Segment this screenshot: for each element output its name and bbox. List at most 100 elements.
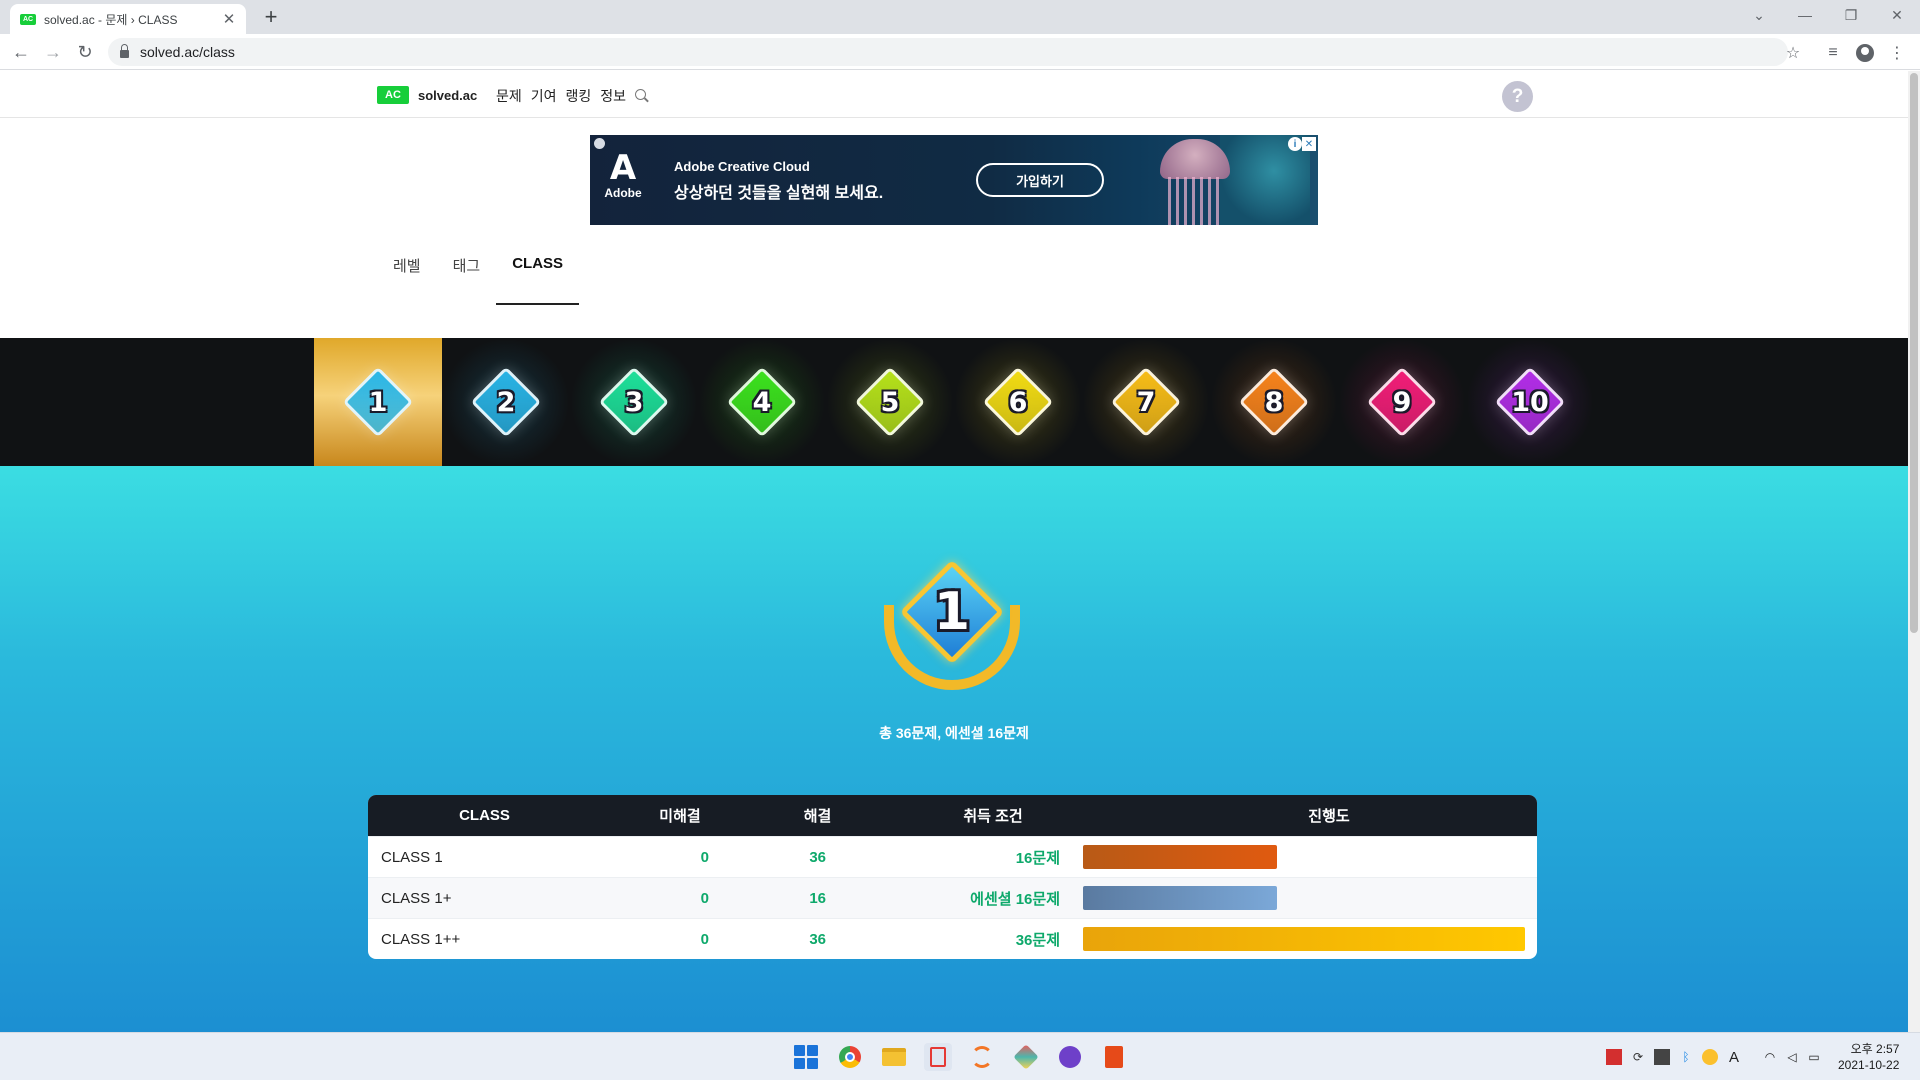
row-condition: 36문제 <box>1015 931 1060 949</box>
table-row[interactable]: CLASS 1+ 0 16 에센셜 16문제 <box>368 877 1537 918</box>
close-tab-icon[interactable]: ✕ <box>220 10 238 28</box>
page-viewport: AC solved.ac 문제 기여 랭킹 정보 ? A Adobe Adobe… <box>0 71 1908 1032</box>
pinned-app-icon[interactable] <box>1012 1043 1040 1071</box>
profile-icon[interactable] <box>1854 42 1876 64</box>
file-explorer-icon[interactable] <box>880 1043 908 1071</box>
class-1-badge-icon: 1 <box>882 550 1022 690</box>
browser-tab[interactable]: AC solved.ac - 문제 › CLASS ✕ <box>10 4 246 34</box>
class-tab-number: 8 <box>1264 386 1284 418</box>
header-solved: 해결 <box>803 808 832 825</box>
class-badge-number: 1 <box>933 582 971 642</box>
class-table: CLASS 미해결 해결 취득 조건 진행도 CLASS 1 0 36 16문제 CLA… <box>368 795 1537 959</box>
sync-icon[interactable]: ⟳ <box>1630 1049 1646 1065</box>
kakaotalk-icon[interactable] <box>1702 1049 1718 1065</box>
media-control-icon[interactable]: ≡ <box>1822 42 1844 64</box>
taskbar-clock[interactable]: 오후 2:57 2021-10-22 <box>1838 1041 1899 1073</box>
class-tab-number: 2 <box>496 386 516 418</box>
help-button[interactable]: ? <box>1502 81 1533 112</box>
nvidia-icon[interactable] <box>1654 1049 1670 1065</box>
ad-info-icon[interactable]: i <box>1288 137 1302 151</box>
class-tab-8[interactable]: 8 <box>1210 338 1338 466</box>
scrollbar-thumb[interactable] <box>1910 73 1918 633</box>
table-row[interactable]: CLASS 1 0 36 16문제 <box>368 836 1537 877</box>
start-icon[interactable] <box>792 1043 820 1071</box>
table-body: CLASS 1 0 36 16문제 CLASS 1+ 0 16 에센셜 16문제 CLASS 1… <box>368 836 1537 959</box>
menu-icon[interactable]: ⋮ <box>1886 42 1908 64</box>
ad-banner[interactable]: A Adobe Adobe Creative Cloud 상상하던 것들을 실현… <box>590 135 1318 225</box>
volume-icon[interactable]: ◁ <box>1784 1049 1800 1065</box>
table-row[interactable]: CLASS 1++ 0 36 36문제 <box>368 918 1537 959</box>
tab-search-icon[interactable]: ⌄ <box>1736 0 1782 30</box>
class-tab-1[interactable]: 1 <box>314 338 442 466</box>
office-icon[interactable] <box>1100 1043 1128 1071</box>
progress-bar <box>1083 886 1278 910</box>
tab-level[interactable]: 레벨 <box>377 255 437 305</box>
brand-logo[interactable]: AC solved.ac <box>377 86 477 104</box>
ad-tagline: 상상하던 것들을 실현해 보세요. <box>674 185 884 202</box>
wifi-icon[interactable]: ◠ <box>1762 1049 1778 1065</box>
nav-item-contribute[interactable]: 기여 <box>531 86 557 106</box>
adobe-logo-mark: A <box>609 148 637 188</box>
class-tab-number: 7 <box>1136 386 1156 418</box>
progress-bar <box>1083 845 1278 869</box>
row-condition: 에센셜 16문제 <box>970 890 1060 908</box>
class-tab-number: 3 <box>624 386 644 418</box>
header-condition: 취득 조건 <box>963 808 1023 825</box>
chrome-icon[interactable] <box>836 1043 864 1071</box>
tab-class[interactable]: CLASS <box>496 255 580 305</box>
snipping-tool-icon[interactable] <box>924 1043 952 1071</box>
lock-icon <box>120 43 129 58</box>
back-icon[interactable]: ← <box>8 39 34 65</box>
nav-item-info[interactable]: 정보 <box>600 86 626 106</box>
class-tab-10[interactable]: 10 <box>1466 338 1594 466</box>
class-tab-5[interactable]: 5 <box>826 338 954 466</box>
site-header: AC solved.ac 문제 기여 랭킹 정보 ? <box>0 71 1908 118</box>
class-tab-9[interactable]: 9 <box>1338 338 1466 466</box>
header-class: CLASS <box>459 807 510 824</box>
row-progress <box>1060 845 1537 869</box>
class-tab-4[interactable]: 4 <box>698 338 826 466</box>
battery-icon[interactable]: ▭ <box>1806 1049 1822 1065</box>
brand-badge: AC <box>377 86 409 104</box>
header-unsolved: 미해결 <box>659 808 701 825</box>
jupyter-icon[interactable] <box>968 1043 996 1071</box>
restore-icon[interactable]: ❐ <box>1828 0 1874 30</box>
forward-icon[interactable]: → <box>40 39 66 65</box>
header-progress: 진행도 <box>1308 808 1350 825</box>
ad-close-icon[interactable]: ✕ <box>1302 137 1316 151</box>
browser-toolbar: ← → ↻ solved.ac/class ☆ ≡ ⋮ <box>0 34 1920 70</box>
class-tab-number: 5 <box>880 386 900 418</box>
github-desktop-icon[interactable] <box>1056 1043 1084 1071</box>
bluetooth-icon[interactable]: ᛒ <box>1678 1049 1694 1065</box>
brand-name: solved.ac <box>418 87 478 103</box>
jellyfish-tentacles-art <box>1168 177 1224 225</box>
class-hero: 1 총 36문제, 에센셜 16문제 CLASS 미해결 해결 취득 조건 진행… <box>0 466 1908 1032</box>
bookmark-star-icon[interactable]: ☆ <box>1782 42 1804 64</box>
nav-item-ranking[interactable]: 랭킹 <box>566 86 592 106</box>
class-tab-6[interactable]: 6 <box>954 338 1082 466</box>
tray-app-icon[interactable] <box>1606 1049 1622 1065</box>
tab-title: solved.ac - 문제 › CLASS <box>44 12 178 27</box>
row-progress <box>1060 886 1537 910</box>
adobe-logo-text: Adobe <box>604 186 642 200</box>
class-tab-3[interactable]: 3 <box>570 338 698 466</box>
minimize-icon[interactable]: — <box>1782 0 1828 30</box>
favicon-icon: AC <box>20 13 36 25</box>
reload-icon[interactable]: ↻ <box>72 39 98 65</box>
ad-choices-icon[interactable] <box>594 138 605 149</box>
new-tab-icon[interactable]: + <box>258 4 284 30</box>
row-unsolved: 0 <box>700 848 709 866</box>
search-icon[interactable] <box>635 89 649 103</box>
class-tab-2[interactable]: 2 <box>442 338 570 466</box>
class-tab-number: 6 <box>1008 386 1028 418</box>
class-tab-7[interactable]: 7 <box>1082 338 1210 466</box>
tab-tag[interactable]: 태그 <box>437 255 497 305</box>
ad-signup-button[interactable]: 가입하기 <box>976 163 1104 197</box>
address-bar[interactable]: solved.ac/class <box>108 38 1788 66</box>
nav-item-problems[interactable]: 문제 <box>496 86 522 106</box>
class-tab-number: 4 <box>752 386 772 418</box>
ime-lang-icon[interactable]: A <box>1726 1049 1742 1066</box>
page-scrollbar[interactable] <box>1908 71 1920 1032</box>
close-window-icon[interactable]: ✕ <box>1874 0 1920 30</box>
class-tab-number: 1 <box>368 386 388 418</box>
